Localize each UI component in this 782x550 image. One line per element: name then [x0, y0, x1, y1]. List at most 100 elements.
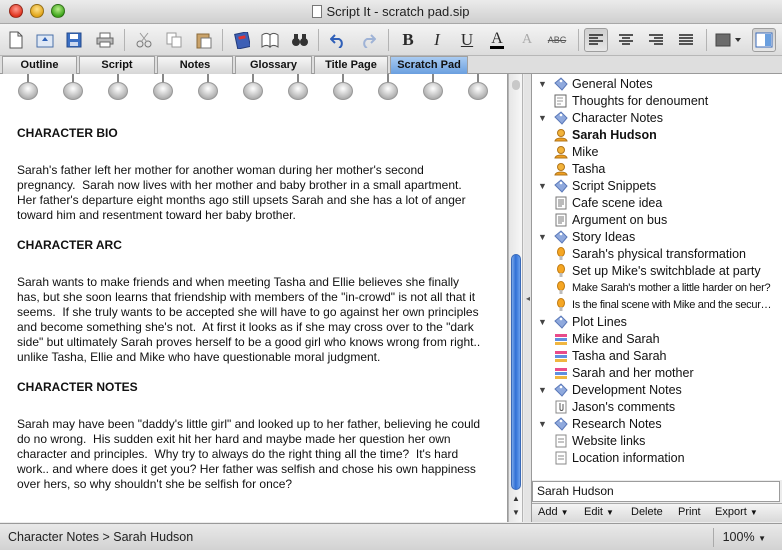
- copy-icon[interactable]: [162, 28, 186, 52]
- notebook-icon[interactable]: [230, 28, 254, 52]
- chevron-down-icon: ▼: [560, 508, 569, 517]
- tree-group[interactable]: ▼ Plot Lines: [532, 314, 782, 331]
- tree-item-label: Argument on bus: [572, 213, 668, 227]
- sidebar-toggle-icon[interactable]: [752, 28, 776, 52]
- tree-item[interactable]: Sarah and her mother: [532, 365, 782, 382]
- tab-title-page[interactable]: Title Page: [314, 56, 388, 74]
- tree-group[interactable]: ▼ Script Snippets: [532, 178, 782, 195]
- editor-scrollbar[interactable]: ▲ ▼: [508, 74, 523, 522]
- justify-icon[interactable]: [674, 28, 698, 52]
- snippet-icon: [554, 213, 568, 227]
- tree-group[interactable]: ▼ Story Ideas: [532, 229, 782, 246]
- scroll-thumb[interactable]: [511, 254, 521, 490]
- text-color-icon[interactable]: A: [485, 28, 509, 52]
- scroll-down-icon[interactable]: ▼: [509, 506, 523, 520]
- align-right-icon[interactable]: [644, 28, 668, 52]
- tree-group[interactable]: ▼ Development Notes: [532, 382, 782, 399]
- tab-scratch-pad[interactable]: Scratch Pad: [390, 56, 468, 74]
- section-heading: CHARACTER ARC: [17, 238, 122, 252]
- chevron-down-icon: ▼: [606, 508, 614, 517]
- strikethrough-icon[interactable]: ABC: [545, 28, 569, 52]
- tree-item-label: Jason's comments: [572, 400, 676, 414]
- binoculars-icon[interactable]: [288, 28, 312, 52]
- color-swatch-icon[interactable]: [714, 28, 744, 52]
- person-icon: [554, 162, 568, 176]
- export-menu-button[interactable]: Export ▼: [715, 506, 758, 518]
- align-center-icon[interactable]: [614, 28, 638, 52]
- delete-button[interactable]: Delete: [631, 506, 663, 518]
- highlight-icon[interactable]: A: [515, 28, 539, 52]
- tree-item[interactable]: Sarah Hudson: [532, 127, 782, 144]
- disclosure-triangle-icon[interactable]: ▼: [538, 416, 547, 433]
- cut-icon[interactable]: [132, 28, 156, 52]
- tree-item-label: Location information: [572, 451, 685, 465]
- tree-group[interactable]: ▼ Research Notes: [532, 416, 782, 433]
- tree-item[interactable]: Tasha: [532, 161, 782, 178]
- italic-icon[interactable]: I: [425, 28, 449, 52]
- tree-item[interactable]: Jason's comments: [532, 399, 782, 416]
- tab-script[interactable]: Script: [79, 56, 155, 74]
- disclosure-triangle-icon[interactable]: ▼: [538, 229, 547, 246]
- edit-menu-button[interactable]: Edit ▼: [584, 506, 614, 518]
- disclosure-triangle-icon[interactable]: ▼: [538, 76, 547, 93]
- disclosure-triangle-icon[interactable]: ▼: [538, 314, 547, 331]
- save-icon[interactable]: [62, 28, 86, 52]
- print-icon[interactable]: [93, 28, 117, 52]
- tree-item[interactable]: Location information: [532, 450, 782, 467]
- align-left-icon[interactable]: [584, 28, 608, 52]
- link-icon: [554, 451, 568, 465]
- tree-item[interactable]: Mike and Sarah: [532, 331, 782, 348]
- disclosure-triangle-icon[interactable]: ▼: [538, 110, 547, 127]
- tab-outline[interactable]: Outline: [2, 56, 77, 74]
- zoom-popup[interactable]: 100% ▼: [723, 530, 766, 544]
- editor-text[interactable]: CHARACTER BIO Sarah's father left her mo…: [17, 126, 497, 507]
- tree-item-label: Sarah and her mother: [572, 366, 694, 380]
- disclosure-triangle-icon[interactable]: ▼: [538, 178, 547, 195]
- tag-icon: [554, 230, 568, 244]
- scratch-pad-editor[interactable]: CHARACTER BIO Sarah's father left her mo…: [0, 74, 508, 522]
- selected-item-name-field[interactable]: Sarah Hudson: [532, 481, 780, 502]
- new-document-icon[interactable]: [4, 28, 28, 52]
- export-label: Export: [715, 506, 747, 518]
- tree-item-label: Sarah Hudson: [572, 128, 657, 142]
- tree-item[interactable]: Website links: [532, 433, 782, 450]
- undo-icon[interactable]: [326, 28, 350, 52]
- book-icon[interactable]: [258, 28, 282, 52]
- open-icon[interactable]: [33, 28, 57, 52]
- tab-notes[interactable]: Notes: [157, 56, 233, 74]
- ring-icon: [62, 74, 84, 102]
- tree-item-label: Tasha and Sarah: [572, 349, 667, 363]
- tree-item[interactable]: Tasha and Sarah: [532, 348, 782, 365]
- tree-item[interactable]: Is the final scene with Mike and the sec…: [532, 297, 782, 314]
- tree-item[interactable]: Make Sarah's mother a little harder on h…: [532, 280, 782, 297]
- redo-icon[interactable]: [356, 28, 380, 52]
- underline-icon[interactable]: U: [455, 28, 479, 52]
- tree-item[interactable]: Thoughts for denoument: [532, 93, 782, 110]
- tree-item-label: Mike and Sarah: [572, 332, 660, 346]
- scroll-up-icon[interactable]: ▲: [509, 492, 523, 506]
- ring-icon: [422, 74, 444, 102]
- ring-icon: [377, 74, 399, 102]
- tree-item[interactable]: Set up Mike's switchblade at party: [532, 263, 782, 280]
- tree-item-label: Story Ideas: [572, 230, 636, 244]
- tree-item[interactable]: Argument on bus: [532, 212, 782, 229]
- print-button[interactable]: Print: [678, 506, 701, 518]
- tree-item[interactable]: Sarah's physical transformation: [532, 246, 782, 263]
- tree-item[interactable]: Cafe scene idea: [532, 195, 782, 212]
- ring-icon: [287, 74, 309, 102]
- text-color-label: A: [491, 29, 503, 47]
- tag-icon: [554, 179, 568, 193]
- add-menu-button[interactable]: Add ▼: [538, 506, 569, 518]
- paste-icon[interactable]: [192, 28, 216, 52]
- tree-group[interactable]: ▼ Character Notes: [532, 110, 782, 127]
- tree-group[interactable]: ▼ General Notes: [532, 76, 782, 93]
- tree-item-label: Thoughts for denoument: [572, 94, 709, 108]
- tree-item-label: Website links: [572, 434, 646, 448]
- ring-icon: [467, 74, 489, 102]
- bold-icon[interactable]: B: [396, 28, 420, 52]
- tree-item[interactable]: Mike: [532, 144, 782, 161]
- section-heading: CHARACTER NOTES: [17, 380, 138, 394]
- disclosure-triangle-icon[interactable]: ▼: [538, 382, 547, 399]
- tab-glossary[interactable]: Glossary: [235, 56, 312, 74]
- split-view-divider[interactable]: ◂: [524, 74, 532, 522]
